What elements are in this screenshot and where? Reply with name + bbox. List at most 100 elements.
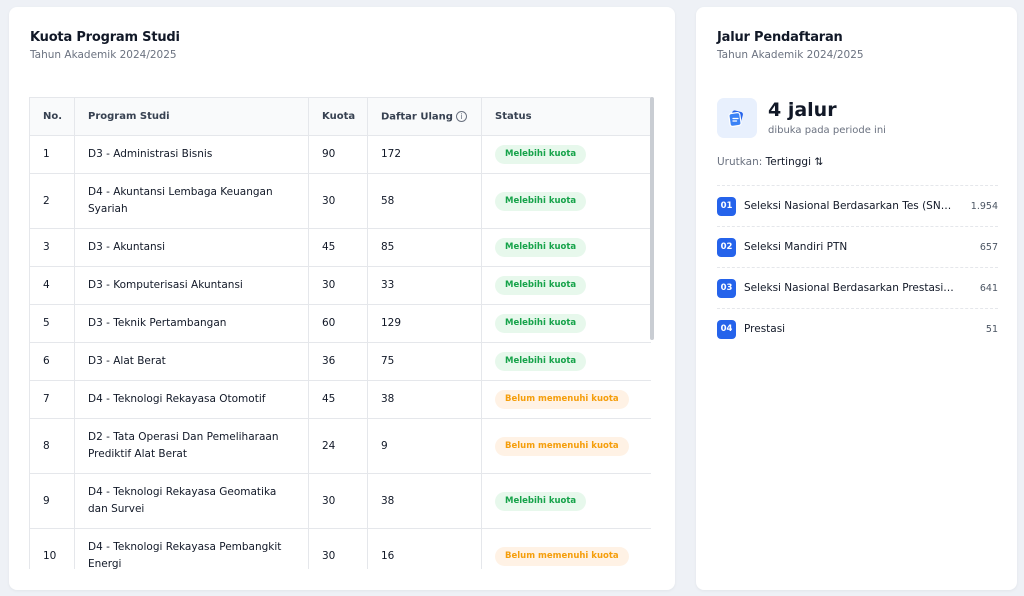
- cell-reregister: 38: [367, 473, 482, 529]
- cell-reregister: 16: [367, 528, 482, 569]
- cell-program: D3 - Administrasi Bisnis: [74, 135, 309, 174]
- status-badge: Melebihi kuota: [495, 314, 587, 333]
- routes-card-subtitle: Tahun Akademik 2024/2025: [717, 49, 864, 61]
- table-row: 5 D3 - Teknik Pertambangan 60 129 Melebihi k…: [29, 304, 651, 343]
- cell-quota: 36: [308, 342, 368, 381]
- route-item[interactable]: 04 Prestasi 51: [717, 308, 998, 349]
- cell-reregister: 172: [367, 135, 482, 174]
- cell-status: Belum memenuhi kuota: [481, 380, 651, 419]
- col-header-reregister: Daftar Ulang i: [367, 97, 482, 136]
- route-name: Seleksi Nasional Berdasarkan Tes (SNBT): [744, 200, 957, 212]
- route-number-badge: 04: [717, 319, 736, 339]
- col-header-quota: Kuota: [308, 97, 368, 136]
- cell-no: 9: [29, 473, 75, 529]
- quota-table-container[interactable]: No. Program Studi Kuota Daftar Ulang i St…: [29, 97, 651, 569]
- quota-card-title: Kuota Program Studi: [30, 30, 180, 45]
- cell-no: 6: [29, 342, 75, 381]
- cell-no: 8: [29, 418, 75, 474]
- table-scrollbar[interactable]: [650, 97, 654, 340]
- table-row: 7 D4 - Teknologi Rekayasa Otomotif 45 38 Bel…: [29, 380, 651, 419]
- sort-label: Urutkan:: [717, 156, 763, 168]
- cell-program: D3 - Alat Berat: [74, 342, 309, 381]
- route-count: 51: [985, 323, 998, 335]
- cell-program: D4 - Teknologi Rekayasa Pembangkit Energ…: [74, 528, 309, 569]
- table-row: 3 D3 - Akuntansi 45 85 Melebihi kuota: [29, 228, 651, 267]
- route-name: Seleksi Nasional Berdasarkan Prestasi (S…: [744, 282, 957, 294]
- status-badge: Melebihi kuota: [495, 238, 587, 257]
- table-row: 2 D4 - Akuntansi Lembaga Keuangan Syariah…: [29, 173, 651, 229]
- cell-reregister: 75: [367, 342, 482, 381]
- cell-reregister: 38: [367, 380, 482, 419]
- route-item[interactable]: 01 Seleksi Nasional Berdasarkan Tes (SNBT…: [717, 185, 998, 226]
- col-header-status: Status: [481, 97, 651, 136]
- route-number-badge: 03: [717, 278, 736, 298]
- cell-status: Melebihi kuota: [481, 173, 651, 229]
- routes-count-value: 4 jalur: [768, 99, 837, 121]
- cell-reregister: 58: [367, 173, 482, 229]
- route-name: Seleksi Mandiri PTN: [744, 241, 848, 253]
- cell-quota: 90: [308, 135, 368, 174]
- routes-card-title: Jalur Pendaftaran: [717, 30, 843, 45]
- cell-quota: 24: [308, 418, 368, 474]
- cell-no: 3: [29, 228, 75, 267]
- status-badge: Melebihi kuota: [495, 145, 587, 164]
- sort-arrows-icon[interactable]: ⇅: [814, 156, 823, 168]
- cell-program: D2 - Tata Operasi Dan Pemeliharaan Predi…: [74, 418, 309, 474]
- cell-reregister: 9: [367, 418, 482, 474]
- cell-quota: 30: [308, 528, 368, 569]
- cell-status: Melebihi kuota: [481, 342, 651, 381]
- cell-program: D3 - Komputerisasi Akuntansi: [74, 266, 309, 305]
- table-row: 10 D4 - Teknologi Rekayasa Pembangkit Ene…: [29, 528, 651, 569]
- col-header-program: Program Studi: [74, 97, 309, 136]
- status-badge: Melebihi kuota: [495, 276, 587, 295]
- cell-status: Melebihi kuota: [481, 228, 651, 267]
- cell-quota: 45: [308, 380, 368, 419]
- route-name: Prestasi: [744, 323, 786, 335]
- quota-card: Kuota Program Studi Tahun Akademik 2024/…: [9, 7, 675, 590]
- info-icon[interactable]: i: [455, 110, 467, 122]
- cell-status: Belum memenuhi kuota: [481, 418, 651, 474]
- route-number-badge: 02: [717, 237, 736, 257]
- cell-status: Melebihi kuota: [481, 135, 651, 174]
- cell-status: Belum memenuhi kuota: [481, 528, 651, 569]
- cell-quota: 30: [308, 266, 368, 305]
- route-number-badge: 01: [717, 196, 736, 216]
- cell-quota: 30: [308, 473, 368, 529]
- cell-program: D4 - Teknologi Rekayasa Otomotif: [74, 380, 309, 419]
- route-item[interactable]: 03 Seleksi Nasional Berdasarkan Prestasi …: [717, 267, 998, 308]
- routes-count-caption: dibuka pada periode ini: [768, 125, 886, 136]
- cell-quota: 60: [308, 304, 368, 343]
- cell-program: D4 - Akuntansi Lembaga Keuangan Syariah: [74, 173, 309, 229]
- status-badge: Belum memenuhi kuota: [495, 390, 629, 409]
- cell-no: 1: [29, 135, 75, 174]
- status-badge: Belum memenuhi kuota: [495, 436, 629, 456]
- status-badge: Melebihi kuota: [495, 352, 587, 371]
- cell-status: Melebihi kuota: [481, 266, 651, 305]
- cell-program: D3 - Teknik Pertambangan: [74, 304, 309, 343]
- sort-value[interactable]: Tertinggi: [766, 156, 811, 168]
- sort-control[interactable]: Urutkan: Tertinggi ⇅: [717, 156, 823, 168]
- table-row: 8 D2 - Tata Operasi Dan Pemeliharaan Pred…: [29, 418, 651, 474]
- cell-reregister: 129: [367, 304, 482, 343]
- status-badge: Melebihi kuota: [495, 191, 587, 211]
- table-header-row: No. Program Studi Kuota Daftar Ulang i St…: [29, 97, 651, 136]
- quota-card-subtitle: Tahun Akademik 2024/2025: [30, 49, 177, 61]
- routes-list: 01 Seleksi Nasional Berdasarkan Tes (SNBT…: [717, 185, 998, 349]
- cell-no: 4: [29, 266, 75, 305]
- ticket-icon: [717, 98, 757, 138]
- route-count: 1.954: [970, 200, 998, 212]
- cell-quota: 30: [308, 173, 368, 229]
- status-badge: Melebihi kuota: [495, 491, 587, 511]
- cell-no: 10: [29, 528, 75, 569]
- table-row: 1 D3 - Administrasi Bisnis 90 172 Melebihi k…: [29, 135, 651, 174]
- cell-reregister: 85: [367, 228, 482, 267]
- table-row: 9 D4 - Teknologi Rekayasa Geomatika dan S…: [29, 473, 651, 529]
- route-item[interactable]: 02 Seleksi Mandiri PTN 657: [717, 226, 998, 267]
- table-row: 6 D3 - Alat Berat 36 75 Melebihi kuota: [29, 342, 651, 381]
- cell-no: 7: [29, 380, 75, 419]
- routes-card: Jalur Pendaftaran Tahun Akademik 2024/20…: [696, 7, 1017, 590]
- cell-status: Melebihi kuota: [481, 473, 651, 529]
- cell-status: Melebihi kuota: [481, 304, 651, 343]
- cell-quota: 45: [308, 228, 368, 267]
- quota-table-body: 1 D3 - Administrasi Bisnis 90 172 Melebihi k…: [29, 135, 651, 569]
